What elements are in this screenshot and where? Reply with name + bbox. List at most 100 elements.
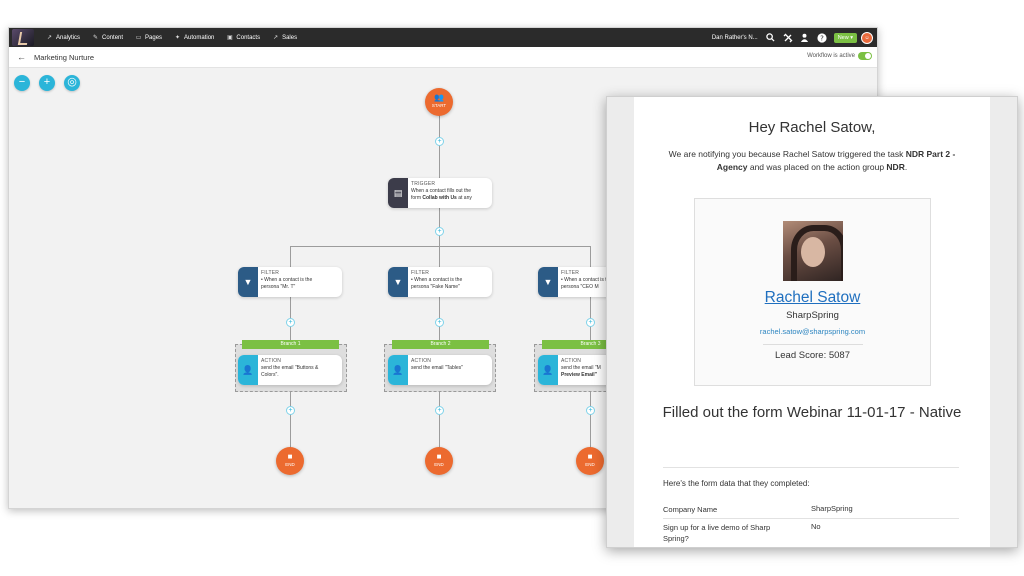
nav-item-pages[interactable]: ▭ Pages (135, 34, 162, 42)
form-field-value: SharpSpring (811, 504, 853, 513)
end-node-2[interactable]: ■ END (425, 447, 453, 475)
recenter-button[interactable]: ◎ (64, 75, 80, 91)
sales-icon: ↗ (273, 35, 279, 41)
nav-item-content[interactable]: ✎ Content (92, 34, 123, 42)
action-kind-label: ACTION (261, 358, 282, 364)
action-kind-label: ACTION (411, 358, 432, 364)
nav-item-label: Analytics (56, 34, 81, 41)
new-button-label: New (837, 34, 849, 41)
nav-item-analytics[interactable]: ↗ Analytics (46, 34, 81, 42)
trigger-card[interactable]: ▤ TRIGGER When a contact fills out the f… (388, 178, 492, 208)
analytics-icon: ↗ (46, 35, 53, 41)
pencil-icon: ✎ (93, 35, 99, 41)
contact-company: SharpSpring (786, 310, 839, 321)
contact-email-link[interactable]: rachel.satow@sharpspring.com (695, 327, 930, 336)
filter-line2: persona "CEO M (561, 284, 599, 291)
add-step-button[interactable]: + (435, 227, 444, 236)
end-node-label: END (585, 462, 595, 467)
branch-label-2[interactable]: Branch 2 (392, 340, 489, 349)
stop-icon: ■ (587, 452, 593, 461)
people-icon: 👥 (434, 93, 444, 102)
nav-item-contacts[interactable]: ▣ Contacts (226, 34, 261, 42)
filter-line2: persona "Fake Name" (411, 284, 460, 291)
nav-item-label: Contacts (236, 34, 261, 41)
back-arrow-icon[interactable]: ← (17, 52, 26, 62)
action-person-icon: 👤 (388, 355, 408, 385)
brand-logo[interactable] (12, 29, 34, 46)
zoom-in-button[interactable]: + (39, 75, 55, 91)
stop-icon: ■ (436, 452, 442, 461)
filter-line1: • When a contact is the (261, 277, 313, 284)
action-line2: Preview Email" (561, 372, 598, 379)
email-notification-panel: Hey Rachel Satow, We are notifying you b… (606, 96, 1018, 548)
action-card-2[interactable]: 👤 ACTION send the email "Tables" (388, 355, 492, 385)
connector-line (439, 114, 440, 184)
search-icon[interactable] (766, 32, 776, 43)
connector-line (290, 246, 590, 247)
filter-card-1[interactable]: ▼ FILTER • When a contact is the persona… (238, 267, 342, 297)
email-greeting: Hey Rachel Satow, (748, 119, 876, 136)
contacts-icon: ▣ (227, 35, 233, 41)
add-step-button[interactable]: + (435, 406, 444, 415)
trigger-clipboard-icon: ▤ (388, 178, 408, 208)
avatar[interactable]: ☺ (861, 31, 873, 44)
end-node-1[interactable]: ■ END (276, 447, 304, 475)
profile-divider (763, 344, 863, 345)
filter-card-2[interactable]: ▼ FILTER • When a contact is the persona… (388, 267, 492, 297)
start-node-label: START (431, 103, 447, 108)
nav-item-label: Sales (282, 34, 298, 41)
nav-item-label: Automation (184, 34, 215, 41)
new-button[interactable]: New ▾ (833, 32, 857, 43)
end-node-3[interactable]: ■ END (576, 447, 604, 475)
action-line1: send the email "Tables" (411, 365, 463, 372)
email-message: We are notifying you because Rachel Sato… (668, 149, 956, 172)
filter-line1: • When a contact is the (561, 277, 613, 284)
form-field-name: Company Name (663, 505, 718, 514)
end-node-label: END (285, 462, 295, 467)
page-title: Marketing Nurture (34, 52, 95, 62)
minus-icon: − (18, 76, 26, 88)
tools-icon[interactable] (783, 33, 793, 43)
action-line1: send the email "M (561, 365, 601, 372)
action-person-icon: 👤 (238, 355, 258, 385)
add-step-button[interactable]: + (435, 137, 444, 146)
add-step-button[interactable]: + (586, 406, 595, 415)
pages-icon: ▭ (135, 35, 142, 41)
user-icon[interactable] (800, 33, 810, 43)
action-card-1[interactable]: 👤 ACTION send the email "Buttons & Color… (238, 355, 342, 385)
trigger-line1: When a contact fills out the (411, 188, 472, 195)
end-node-label: END (434, 462, 444, 467)
add-step-button[interactable]: + (435, 318, 444, 327)
filter-kind-label: FILTER (411, 270, 430, 276)
workflow-header: ← Marketing Nurture Workflow is active (9, 47, 877, 68)
wand-icon: ✦ (175, 35, 181, 41)
add-step-button[interactable]: + (586, 318, 595, 327)
nav-item-automation[interactable]: ✦ Automation (174, 34, 215, 42)
filter-line1: • When a contact is the (411, 277, 463, 284)
form-field-name: Sign up for a live demo of Sharp Spring? (663, 523, 771, 543)
start-node[interactable]: 👥 START (425, 88, 453, 116)
workflow-active-toggle[interactable] (858, 52, 872, 60)
screenshot-stage: ↗ Analytics ✎ Content ▭ Pages ✦ Automati… (0, 0, 1024, 576)
help-icon[interactable]: ? (817, 32, 827, 43)
email-body: Hey Rachel Satow, We are notifying you b… (634, 97, 990, 547)
filter-funnel-icon: ▼ (538, 267, 558, 297)
add-step-button[interactable]: + (286, 406, 295, 415)
action-line2: Colors". (261, 372, 279, 379)
lead-score: Lead Score: 5087 (774, 350, 850, 361)
form-intro: Here's the form data that they completed… (663, 479, 810, 488)
filter-line2: persona "Mr. T" (261, 284, 296, 291)
workflow-status-label: Workflow is active (807, 53, 855, 59)
target-icon: ◎ (67, 76, 77, 88)
branch-label-1[interactable]: Branch 1 (242, 340, 339, 349)
row-divider (663, 518, 959, 519)
filter-kind-label: FILTER (561, 270, 580, 276)
account-switcher[interactable]: Dan Rather's N... (712, 35, 758, 41)
contact-profile-card: Rachel Satow SharpSpring rachel.satow@sh… (694, 198, 931, 386)
section-divider (663, 467, 959, 468)
zoom-out-button[interactable]: − (14, 75, 30, 91)
nav-item-sales[interactable]: ↗ Sales (272, 34, 298, 42)
add-step-button[interactable]: + (286, 318, 295, 327)
contact-name-link[interactable]: Rachel Satow (695, 289, 930, 307)
action-kind-label: ACTION (561, 358, 582, 364)
